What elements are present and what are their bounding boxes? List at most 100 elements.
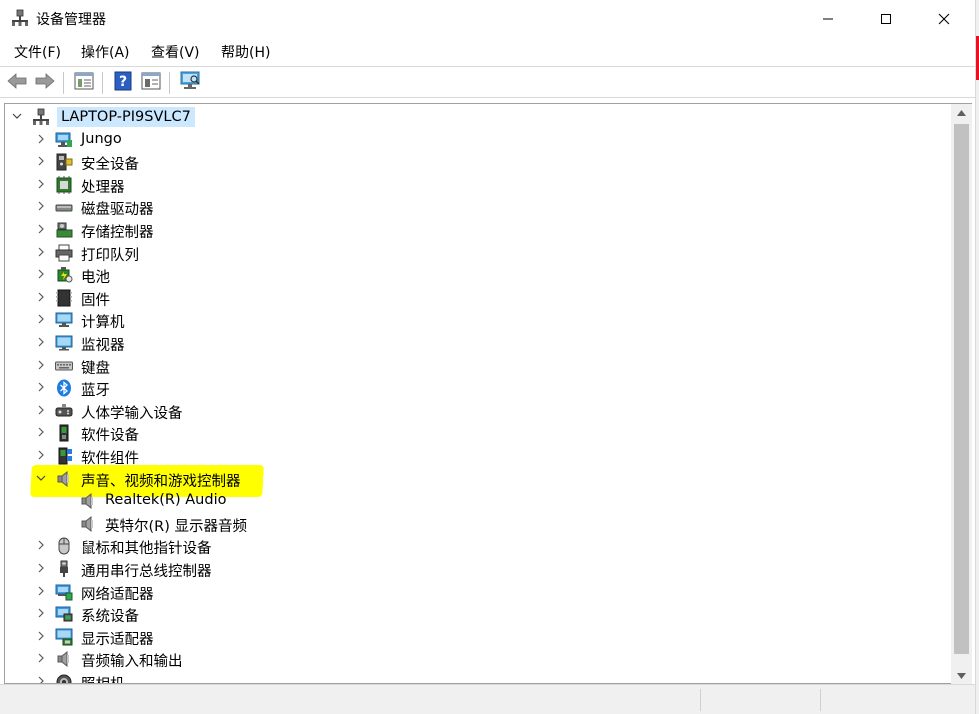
menu-help[interactable]: 帮助(H) bbox=[219, 42, 272, 62]
processor-icon bbox=[55, 175, 73, 194]
chevron-right-icon[interactable] bbox=[34, 154, 48, 168]
chevron-right-icon[interactable] bbox=[34, 177, 48, 191]
scroll-up-button[interactable] bbox=[951, 104, 972, 121]
help-button[interactable]: ? bbox=[111, 71, 135, 95]
tree-item-label: 监视器 bbox=[81, 338, 125, 354]
chevron-right-icon[interactable] bbox=[34, 245, 48, 259]
tree-category-item[interactable]: 网络适配器 bbox=[5, 581, 950, 603]
device-tree[interactable]: LAPTOP-PI9SVLC7 Jungo 安全设备 处理器 磁盘驱动器存储控制器 打印… bbox=[4, 103, 972, 684]
tree-item-label: 系统设备 bbox=[81, 609, 139, 626]
scan-hardware-button[interactable] bbox=[178, 71, 202, 95]
tree-item-label: 存储控制器 bbox=[81, 225, 154, 241]
forward-button[interactable] bbox=[33, 71, 57, 95]
bluetooth-icon bbox=[55, 379, 73, 397]
mouse-icon bbox=[55, 537, 73, 555]
tree-category-item[interactable]: 鼠标和其他指针设备 bbox=[5, 535, 950, 557]
tree-category-item[interactable]: 电池 bbox=[5, 264, 950, 286]
chevron-right-icon[interactable] bbox=[34, 674, 48, 683]
chevron-right-icon[interactable] bbox=[34, 222, 48, 236]
chevron-right-icon[interactable] bbox=[34, 584, 48, 598]
tree-child-item[interactable]: Realtek(R) Audio bbox=[5, 490, 950, 512]
tree-category-item[interactable]: 软件组件 bbox=[5, 445, 950, 467]
software-component-icon bbox=[55, 447, 73, 465]
tree-category-item[interactable]: 磁盘驱动器 bbox=[5, 196, 950, 218]
minimize-button[interactable] bbox=[799, 0, 857, 38]
computer-icon bbox=[55, 311, 73, 329]
scroll-down-button[interactable] bbox=[951, 667, 972, 684]
chevron-right-icon[interactable] bbox=[34, 651, 48, 665]
storage-controller-icon bbox=[55, 221, 73, 239]
tree-category-item[interactable]: 蓝牙 bbox=[5, 377, 950, 399]
chevron-right-icon[interactable] bbox=[34, 358, 48, 372]
menu-file[interactable]: 文件(F) bbox=[12, 42, 63, 62]
tree-root[interactable]: LAPTOP-PI9SVLC7 bbox=[5, 106, 950, 128]
svg-text:?: ? bbox=[119, 74, 127, 90]
tree-category-item[interactable]: 存储控制器 bbox=[5, 219, 950, 241]
back-button[interactable] bbox=[5, 71, 29, 95]
menu-view[interactable]: 查看(V) bbox=[149, 42, 202, 62]
menu-action[interactable]: 操作(A) bbox=[79, 42, 132, 62]
tree-category-item[interactable]: 固件 bbox=[5, 287, 950, 309]
tree-item-label: 通用串行总线控制器 bbox=[81, 564, 212, 580]
tree-item-label: 键盘 bbox=[81, 360, 110, 377]
chevron-right-icon[interactable] bbox=[34, 538, 48, 552]
tree-category-item[interactable]: 软件设备 bbox=[5, 422, 950, 444]
chevron-right-icon[interactable] bbox=[34, 606, 48, 620]
toolbar-separator bbox=[63, 72, 64, 94]
chevron-right-icon[interactable] bbox=[34, 199, 48, 213]
tree-category-item[interactable]: 人体学输入设备 bbox=[5, 400, 950, 422]
tree-category-item[interactable]: 照相机 bbox=[5, 671, 950, 683]
tree-item-label: 英特尔(R) 显示器音频 bbox=[105, 518, 247, 535]
display-adapter-icon bbox=[55, 628, 73, 646]
tree-item-label: Jungo bbox=[81, 130, 122, 147]
scrollbar-thumb[interactable] bbox=[954, 124, 969, 654]
chevron-right-icon[interactable] bbox=[34, 629, 48, 643]
tree-category-item[interactable]: 音频输入和输出 bbox=[5, 648, 950, 670]
system-device-icon bbox=[55, 605, 73, 623]
tree-child-item[interactable]: 英特尔(R) 显示器音频 bbox=[5, 513, 950, 535]
tree-category-item[interactable]: 计算机 bbox=[5, 309, 950, 331]
tree-category-item[interactable]: 安全设备 bbox=[5, 151, 950, 173]
chevron-right-icon[interactable] bbox=[34, 290, 48, 304]
tree-category-item[interactable]: 处理器 bbox=[5, 174, 950, 196]
vertical-scrollbar[interactable] bbox=[951, 104, 972, 684]
speaker-icon bbox=[79, 515, 97, 533]
tree-category-item[interactable]: 监视器 bbox=[5, 332, 950, 354]
tree-category-item[interactable]: 声音、视频和游戏控制器 bbox=[5, 468, 950, 490]
tree-category-item[interactable]: 系统设备 bbox=[5, 603, 950, 625]
maximize-button[interactable] bbox=[857, 0, 915, 38]
chevron-down-icon[interactable] bbox=[10, 109, 24, 123]
chevron-right-icon[interactable] bbox=[34, 132, 48, 146]
tree-category-item[interactable]: 通用串行总线控制器 bbox=[5, 558, 950, 580]
audio-io-icon bbox=[55, 650, 73, 668]
close-button[interactable] bbox=[915, 0, 973, 38]
tree-item-label: 蓝牙 bbox=[81, 383, 110, 400]
background-window-edge bbox=[975, 0, 979, 714]
computer-root-icon bbox=[32, 108, 50, 126]
chevron-right-icon[interactable] bbox=[34, 312, 48, 326]
title-bar: 设备管理器 bbox=[0, 0, 975, 38]
tree-category-item[interactable]: 显示适配器 bbox=[5, 626, 950, 648]
tree-item-label: 人体学输入设备 bbox=[81, 405, 183, 422]
tree-category-item[interactable]: 键盘 bbox=[5, 355, 950, 377]
firmware-icon bbox=[55, 289, 73, 307]
software-device-icon bbox=[55, 424, 73, 442]
chevron-right-icon[interactable] bbox=[34, 267, 48, 281]
update-driver-icon bbox=[141, 72, 161, 94]
chevron-right-icon[interactable] bbox=[34, 448, 48, 462]
chevron-right-icon[interactable] bbox=[34, 561, 48, 575]
chevron-right-icon[interactable] bbox=[34, 425, 48, 439]
tree-category-item[interactable]: 打印队列 bbox=[5, 242, 950, 264]
security-device-icon bbox=[55, 153, 73, 171]
keyboard-icon bbox=[55, 357, 73, 375]
help-icon: ? bbox=[114, 71, 132, 95]
back-arrow-icon bbox=[7, 73, 27, 93]
properties-button[interactable] bbox=[72, 71, 96, 95]
chevron-right-icon[interactable] bbox=[34, 335, 48, 349]
chevron-right-icon[interactable] bbox=[34, 403, 48, 417]
chevron-right-icon[interactable] bbox=[34, 380, 48, 394]
update-driver-button[interactable] bbox=[139, 71, 163, 95]
tree-category-item[interactable]: Jungo bbox=[5, 129, 950, 151]
chevron-down-icon[interactable] bbox=[34, 471, 48, 485]
network-adapter-icon bbox=[55, 583, 73, 601]
